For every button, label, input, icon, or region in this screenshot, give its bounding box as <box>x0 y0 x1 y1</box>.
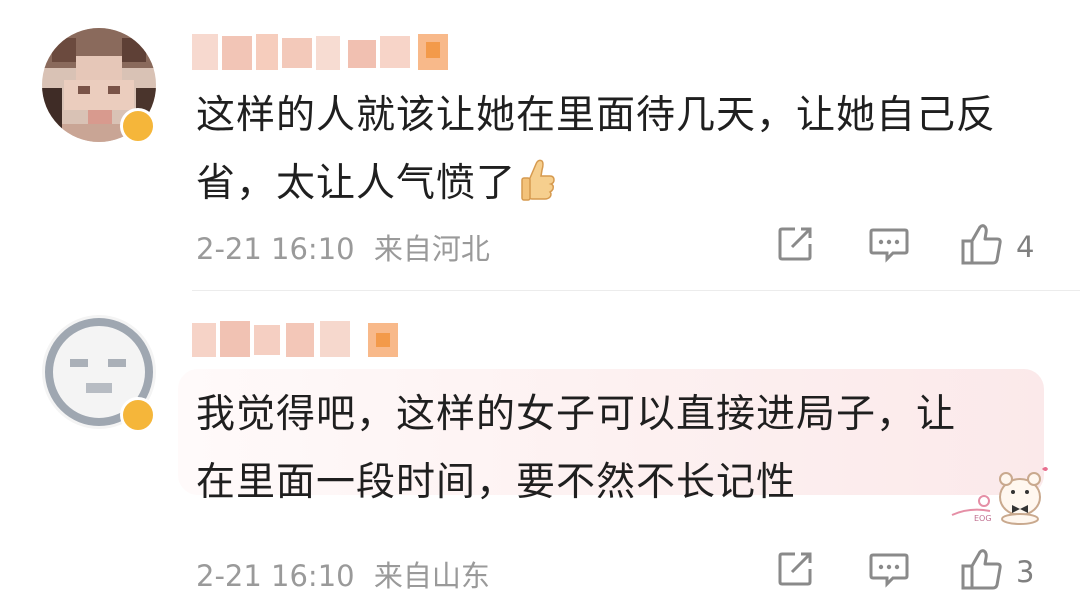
reply-button[interactable] <box>868 224 910 268</box>
share-button[interactable] <box>775 549 815 593</box>
blurred-username <box>192 34 448 70</box>
comment-meta: 2-21 16:10 来自山东 <box>196 553 490 595</box>
reply-icon <box>868 224 910 268</box>
like-button[interactable]: 3 <box>960 549 1034 595</box>
username[interactable] <box>192 319 410 359</box>
comment-text-line: 这样的人就该让她在里面待几天，让她自己反 <box>196 93 997 138</box>
username[interactable] <box>192 32 454 72</box>
thumbs-up-emoji <box>520 156 556 224</box>
comment-text-line: 省，太让人气愤了 <box>196 150 1046 224</box>
comment-location: 来自山东 <box>373 559 490 593</box>
comment-location: 来自河北 <box>373 232 490 266</box>
like-count: 3 <box>1016 555 1035 589</box>
comment-meta: 2-21 16:10 来自河北 <box>196 226 490 268</box>
comment-text: 我觉得吧，这样的女子可以直接进局子，让 在里面一段时间，要不然不长记性 <box>196 381 1046 517</box>
share-icon <box>775 549 815 593</box>
share-button[interactable] <box>775 224 815 268</box>
sticker-label: EOG <box>974 514 992 523</box>
comment-item: 这样的人就该让她在里面待几天，让她自己反 省，太让人气愤了 2-21 16:10… <box>0 0 1080 290</box>
like-count: 4 <box>1016 230 1035 264</box>
comment-date: 2-21 16:10 <box>196 559 355 593</box>
bear-sticker-icon: EOG <box>950 459 1052 525</box>
comment-text-line: 我觉得吧，这样的女子可以直接进局子，让 <box>196 392 957 437</box>
like-icon <box>960 549 1004 595</box>
verified-badge-icon <box>120 397 156 433</box>
reply-icon <box>868 549 910 593</box>
like-button[interactable]: 4 <box>960 224 1034 270</box>
comment-text: 这样的人就该让她在里面待几天，让她自己反 省，太让人气愤了 <box>196 82 1046 224</box>
blurred-username <box>192 321 398 357</box>
comment-date: 2-21 16:10 <box>196 232 355 266</box>
like-icon <box>960 224 1004 270</box>
reply-button[interactable] <box>868 549 910 593</box>
verified-badge-icon <box>120 108 156 144</box>
comment-item: 我觉得吧，这样的女子可以直接进局子，让 在里面一段时间，要不然不长记性 EOG … <box>0 291 1080 614</box>
comment-text-line: 在里面一段时间，要不然不长记性 <box>196 460 797 505</box>
share-icon <box>775 224 815 268</box>
